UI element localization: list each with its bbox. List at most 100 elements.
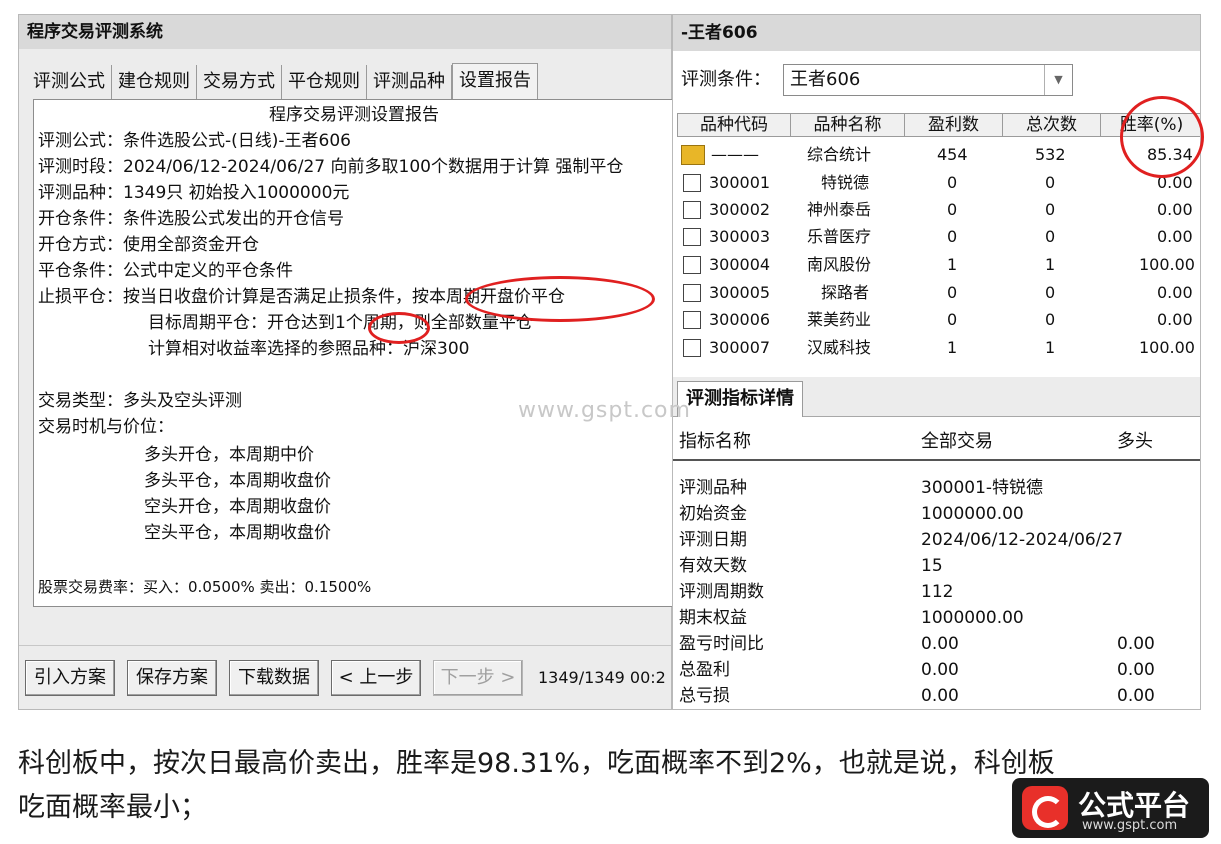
detail-row: 盈亏时间比 0.00 0.00: [673, 631, 1200, 657]
row-total: 0: [1045, 173, 1056, 192]
metric-long: 0.00: [1117, 686, 1155, 706]
highlight-circle-win-rate: [1120, 96, 1204, 178]
save-plan-button[interactable]: 保存方案: [127, 660, 217, 696]
tab-formula[interactable]: 评测公式: [27, 65, 112, 99]
metric-all: 0.00: [921, 660, 959, 680]
metric-name: 评测周期数: [679, 582, 764, 602]
table-row[interactable]: 300004 南风股份 1 1 100.00: [677, 251, 1200, 278]
metric-all: 0.00: [921, 634, 959, 654]
tab-metric-details[interactable]: 评测指标详情: [677, 381, 803, 417]
row-total: 0: [1045, 310, 1056, 329]
detail-col-all: 全部交易: [921, 431, 993, 452]
row-wins: 0: [947, 227, 958, 246]
watermark-text: www.gspt.com: [518, 398, 691, 423]
report-line: 空头平仓，本周期收盘价: [144, 523, 331, 543]
detail-header: 指标名称 全部交易 多头: [673, 417, 1200, 461]
row-total: 1: [1045, 255, 1056, 274]
bottom-toolbar: 引入方案 保存方案 下载数据 < 上一步 下一步 > 1349/1349 00:…: [19, 645, 671, 711]
report-line: 评测公式：条件选股公式-(日线)-王者606: [38, 131, 351, 151]
row-name: 特锐德: [821, 173, 870, 192]
metric-all: 112: [921, 582, 954, 602]
highlight-circle-one-period: [368, 312, 430, 344]
row-code: 300002: [709, 200, 771, 219]
logo-url: www.gspt.com: [1082, 818, 1178, 833]
report-line: 评测时段：2024/06/12-2024/06/27 向前多取100个数据用于计…: [38, 157, 624, 177]
document-icon: [683, 339, 701, 357]
col-total[interactable]: 总次数: [1003, 113, 1101, 137]
detail-row: 期末权益 1000000.00: [673, 605, 1200, 631]
highlight-circle-open-price: [465, 276, 655, 322]
document-icon: [683, 174, 701, 192]
report-line: 开仓条件：条件选股公式发出的开仓信号: [38, 209, 344, 229]
condition-label: 评测条件：: [681, 69, 771, 90]
tab-bar: 评测公式 建仓规则 交易方式 平仓规则 评测品种 设置报告: [27, 63, 538, 101]
prev-step-button[interactable]: < 上一步: [331, 660, 421, 696]
detail-row: 总亏损 0.00 0.00: [673, 683, 1200, 709]
document-icon: [683, 201, 701, 219]
report-line: 多头开仓，本周期中价: [144, 445, 314, 465]
row-rate: 0.00: [1157, 283, 1193, 302]
row-code: 300005: [709, 283, 771, 302]
row-total: 0: [1045, 283, 1056, 302]
download-data-button[interactable]: 下载数据: [229, 660, 319, 696]
condition-select[interactable]: 王者606 ▼: [783, 64, 1073, 96]
window-title: 程序交易评测系统: [19, 15, 671, 49]
col-wins[interactable]: 盈利数: [905, 113, 1003, 137]
report-line: 交易时机与价位：: [38, 417, 174, 437]
document-icon: [683, 256, 701, 274]
row-rate: 0.00: [1157, 200, 1193, 219]
tab-settings-report[interactable]: 设置报告: [452, 63, 538, 101]
row-wins: 0: [947, 173, 958, 192]
report-line: 开仓方式：使用全部资金开仓: [38, 235, 259, 255]
metric-name: 初始资金: [679, 504, 747, 524]
next-step-button[interactable]: 下一步 >: [433, 660, 523, 696]
summary-wins: 454: [937, 145, 968, 164]
metric-all: 2024/06/12-2024/06/27: [921, 530, 1124, 550]
metric-name: 评测品种: [679, 478, 747, 498]
report-line: 评测品种：1349只 初始投入1000000元: [38, 183, 350, 203]
row-wins: 0: [947, 310, 958, 329]
document-icon: [683, 228, 701, 246]
detail-row: 总盈利 0.00 0.00: [673, 657, 1200, 683]
table-row[interactable]: 300003 乐普医疗 0 0 0.00: [677, 223, 1200, 250]
metric-all: 1000000.00: [921, 608, 1024, 628]
table-row[interactable]: 300005 探路者 0 0 0.00: [677, 279, 1200, 306]
report-line: 平仓条件：公式中定义的平仓条件: [38, 261, 293, 281]
tab-trade-mode[interactable]: 交易方式: [197, 65, 282, 99]
detail-row: 评测日期 2024/06/12-2024/06/27: [673, 527, 1200, 553]
metric-all: 0.00: [921, 686, 959, 706]
document-icon: [683, 311, 701, 329]
col-name[interactable]: 品种名称: [791, 113, 905, 137]
row-rate: 100.00: [1139, 338, 1195, 357]
report-line: 股票交易费率：买入：0.0500% 卖出：0.1500%: [38, 578, 372, 596]
detail-row: 初始资金 1000000.00: [673, 501, 1200, 527]
col-code[interactable]: 品种代码: [677, 113, 791, 137]
tab-close-rules[interactable]: 平仓规则: [282, 65, 367, 99]
report-text-area[interactable]: 程序交易评测设置报告 评测公式：条件选股公式-(日线)-王者606 评测时段：2…: [33, 99, 675, 607]
table-row[interactable]: 300002 神州泰岳 0 0 0.00: [677, 196, 1200, 223]
row-name: 神州泰岳: [807, 200, 872, 219]
import-plan-button[interactable]: 引入方案: [25, 660, 115, 696]
tab-symbols[interactable]: 评测品种: [367, 65, 452, 99]
row-code: 300006: [709, 310, 771, 329]
row-name: 乐普医疗: [807, 227, 872, 246]
table-row[interactable]: 300007 汉威科技 1 1 100.00: [677, 334, 1200, 361]
chevron-down-icon[interactable]: ▼: [1044, 65, 1072, 95]
row-code: 300004: [709, 255, 771, 274]
report-window: 程序交易评测系统 评测公式 建仓规则 交易方式 平仓规则 评测品种 设置报告 程…: [18, 14, 675, 711]
row-code: 300003: [709, 227, 771, 246]
row-total: 0: [1045, 227, 1056, 246]
table-row[interactable]: 300006 莱美药业 0 0 0.00: [677, 306, 1200, 333]
table-row[interactable]: 300001 特锐德 0 0 0.00: [677, 169, 1200, 196]
brand-logo: 公式平台 www.gspt.com: [1012, 778, 1209, 838]
metric-name: 盈亏时间比: [679, 634, 764, 654]
row-wins: 1: [947, 338, 958, 357]
detail-row: 有效天数 15: [673, 553, 1200, 579]
detail-col-name: 指标名称: [679, 431, 751, 452]
detail-row: 评测周期数 112: [673, 579, 1200, 605]
summary-name: 综合统计: [807, 145, 872, 164]
row-name: 汉威科技: [807, 338, 872, 357]
summary-code: ———: [711, 145, 759, 164]
tab-open-rules[interactable]: 建仓规则: [112, 65, 197, 99]
summary-total: 532: [1035, 145, 1066, 164]
